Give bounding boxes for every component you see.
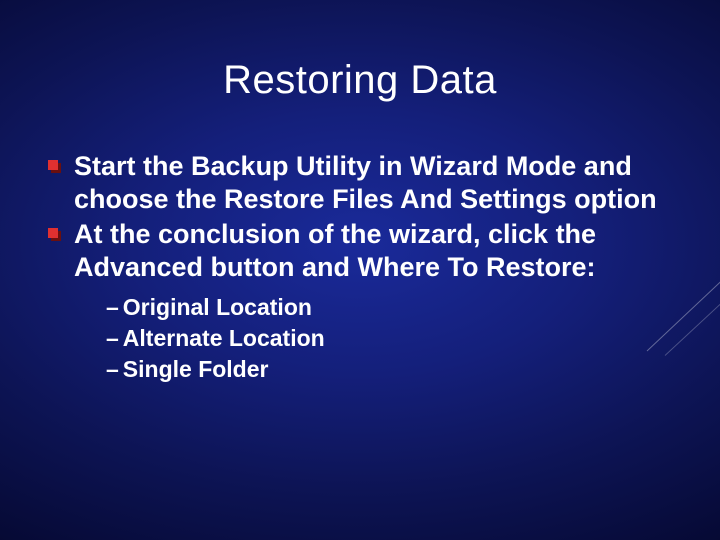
square-bullet-icon xyxy=(48,160,60,172)
sub-bullet-item: –Original Location xyxy=(106,292,660,323)
sub-bullet-text: Alternate Location xyxy=(123,325,325,351)
slide-title: Restoring Data xyxy=(0,58,720,103)
bullet-text: At the conclusion of the wizard, click t… xyxy=(74,219,596,282)
slide: Restoring Data Start the Backup Utility … xyxy=(0,0,720,540)
square-bullet-icon xyxy=(48,228,60,240)
dash-icon: – xyxy=(106,325,123,351)
bullet-item: At the conclusion of the wizard, click t… xyxy=(48,218,660,385)
dash-icon: – xyxy=(106,294,123,320)
sub-bullet-item: –Alternate Location xyxy=(106,323,660,354)
sub-bullet-text: Single Folder xyxy=(123,356,269,382)
sub-bullet-list: –Original Location –Alternate Location –… xyxy=(74,292,660,385)
slide-content: Start the Backup Utility in Wizard Mode … xyxy=(48,150,660,387)
main-bullet-list: Start the Backup Utility in Wizard Mode … xyxy=(48,150,660,385)
dash-icon: – xyxy=(106,356,123,382)
bullet-item: Start the Backup Utility in Wizard Mode … xyxy=(48,150,660,216)
bullet-text: Start the Backup Utility in Wizard Mode … xyxy=(74,151,657,214)
sub-bullet-item: –Single Folder xyxy=(106,354,660,385)
sub-bullet-text: Original Location xyxy=(123,294,312,320)
